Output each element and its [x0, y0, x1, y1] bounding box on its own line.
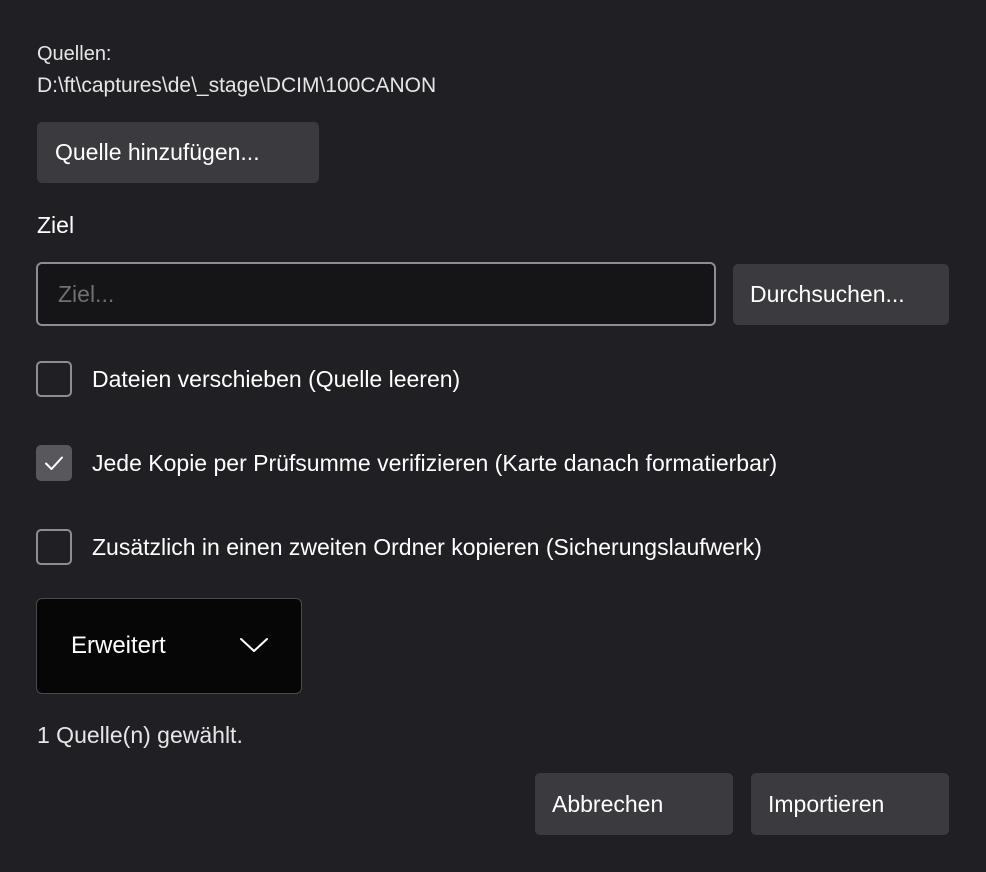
advanced-label: Erweitert: [71, 632, 166, 659]
second-folder-checkbox[interactable]: [36, 529, 72, 565]
source-path: D:\ft\captures\de\_stage\DCIM\100CANON: [37, 74, 437, 97]
verify-checksum-checkbox[interactable]: [36, 445, 72, 481]
cancel-button[interactable]: Abbrechen: [535, 773, 733, 835]
move-files-checkbox[interactable]: [36, 361, 72, 397]
browse-button[interactable]: Durchsuchen...: [733, 264, 949, 325]
move-files-option[interactable]: Dateien verschieben (Quelle leeren): [36, 361, 460, 397]
import-dialog: Quellen: D:\ft\captures\de\_stage\DCIM\1…: [0, 0, 986, 872]
chevron-down-icon: [240, 638, 268, 652]
checkmark-icon: [45, 456, 63, 470]
verify-checksum-label: Jede Kopie per Prüfsumme verifizieren (K…: [92, 449, 778, 476]
sources-label: Quellen:: [37, 43, 112, 65]
status-text: 1 Quelle(n) gewählt.: [37, 722, 243, 748]
verify-checksum-option[interactable]: Jede Kopie per Prüfsumme verifizieren (K…: [36, 445, 777, 481]
destination-label: Ziel: [37, 212, 75, 238]
import-button[interactable]: Importieren: [751, 773, 949, 835]
advanced-expander[interactable]: Erweitert: [36, 598, 302, 694]
destination-input[interactable]: [36, 262, 716, 326]
second-folder-option[interactable]: Zusätzlich in einen zweiten Ordner kopie…: [36, 529, 762, 565]
move-files-label: Dateien verschieben (Quelle leeren): [92, 365, 461, 392]
second-folder-label: Zusätzlich in einen zweiten Ordner kopie…: [92, 533, 762, 560]
add-source-button[interactable]: Quelle hinzufügen...: [37, 122, 319, 183]
